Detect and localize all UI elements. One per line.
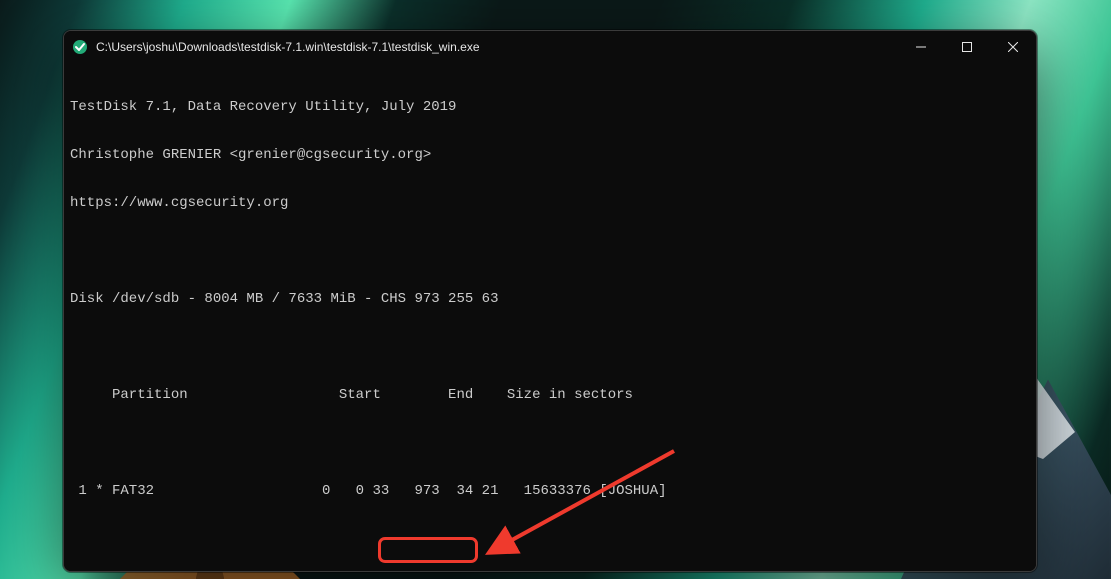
blank-line [70,339,1030,355]
app-header-line2: Christophe GRENIER <grenier@cgsecurity.o… [70,147,1030,163]
partition-header: Partition Start End Size in sectors [70,387,1030,403]
terminal-viewport[interactable]: TestDisk 7.1, Data Recovery Utility, Jul… [64,63,1036,572]
annotation-arrow [464,443,684,563]
close-button[interactable] [990,31,1036,63]
blank-line [70,435,1030,451]
maximize-button[interactable] [944,31,990,63]
app-icon [72,39,88,55]
blank-line [70,243,1030,259]
disk-info-line: Disk /dev/sdb - 8004 MB / 7633 MiB - CHS… [70,291,1030,307]
titlebar[interactable]: C:\Users\joshu\Downloads\testdisk-7.1.wi… [64,31,1036,63]
partition-row-1: 1 * FAT32 0 0 33 973 34 21 15633376 [JOS… [70,483,1030,499]
app-header-line1: TestDisk 7.1, Data Recovery Utility, Jul… [70,99,1030,115]
app-header-line3: https://www.cgsecurity.org [70,195,1030,211]
window-title: C:\Users\joshu\Downloads\testdisk-7.1.wi… [96,40,480,54]
filler [70,563,1030,572]
console-window: C:\Users\joshu\Downloads\testdisk-7.1.wi… [63,30,1037,572]
minimize-button[interactable] [898,31,944,63]
annotation-highlight-box [378,537,478,563]
